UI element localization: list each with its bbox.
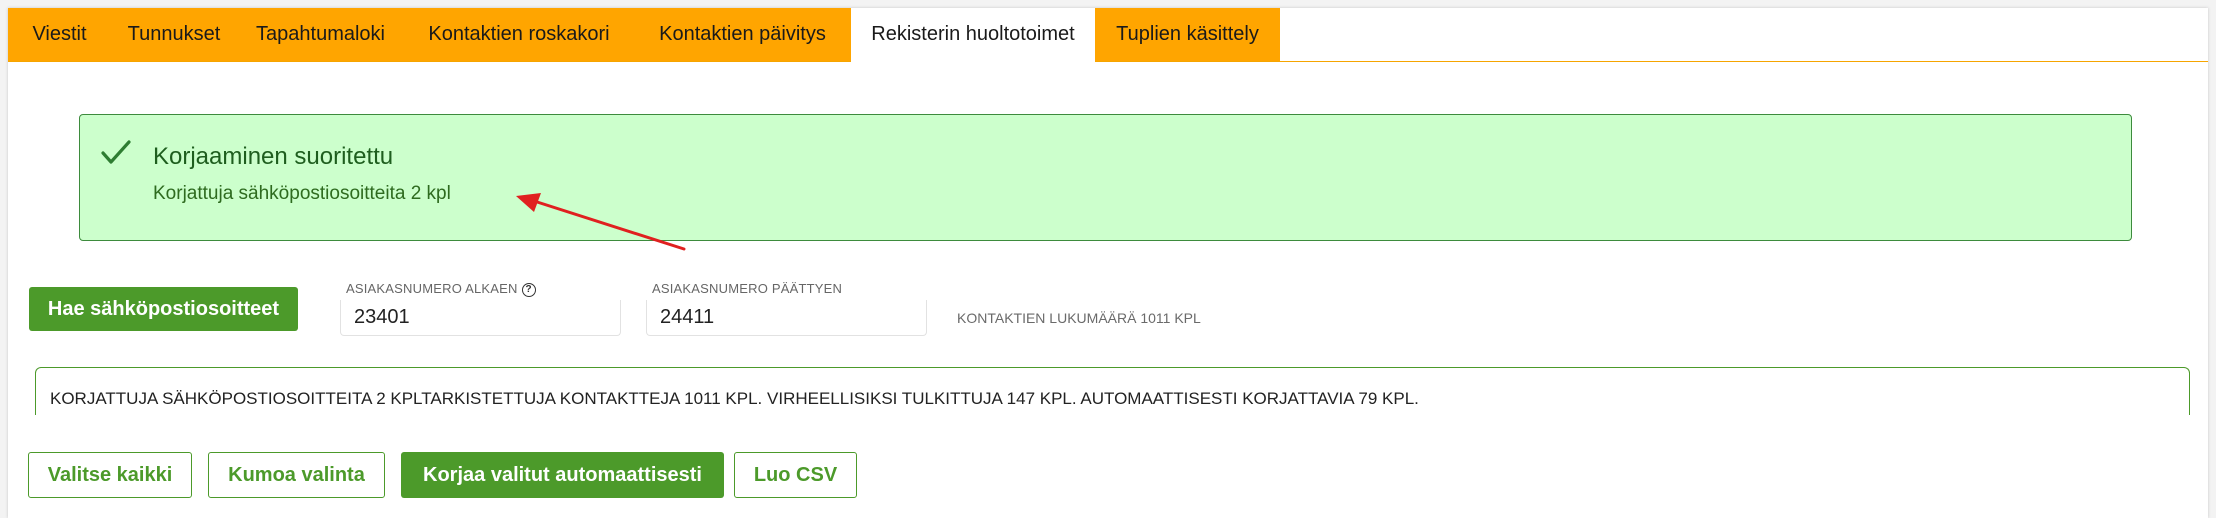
tab-bar: Viestit Tunnukset Tapahtumaloki Kontakti…: [8, 8, 2208, 62]
main-panel: Viestit Tunnukset Tapahtumaloki Kontakti…: [8, 8, 2208, 518]
checkmark-icon: [100, 137, 132, 172]
select-all-button[interactable]: Valitse kaikki: [28, 452, 192, 498]
alert-message: Korjattuja sähköpostiosoitteita 2 kpl: [153, 183, 451, 204]
end-number-label: ASIAKASNUMERO PÄÄTTYEN: [652, 281, 843, 296]
tab-rekisterin-huoltotoimet[interactable]: Rekisterin huoltotoimet: [851, 8, 1095, 62]
fix-selected-button[interactable]: Korjaa valitut automaattisesti: [401, 452, 724, 498]
contact-count-text: KONTAKTIEN LUKUMÄÄRÄ 1011 KPL: [957, 310, 1201, 326]
fetch-emails-button[interactable]: Hae sähköpostiosoitteet: [29, 287, 298, 331]
create-csv-button[interactable]: Luo CSV: [734, 452, 857, 498]
tab-viestit[interactable]: Viestit: [8, 8, 111, 61]
start-number-input[interactable]: [340, 300, 621, 336]
help-icon[interactable]: ?: [521, 282, 536, 297]
tab-kontaktien-roskakori[interactable]: Kontaktien roskakori: [404, 8, 634, 61]
tab-tapahtumaloki[interactable]: Tapahtumaloki: [237, 8, 404, 61]
start-number-label-text: ASIAKASNUMERO ALKAEN: [346, 281, 518, 296]
alert-title: Korjaaminen suoritettu: [153, 143, 394, 170]
summary-text: KORJATTUJA SÄHKÖPOSTIOSOITTEITA 2 KPLTAR…: [50, 389, 1419, 408]
deselect-button[interactable]: Kumoa valinta: [208, 452, 385, 498]
end-number-input[interactable]: [646, 300, 927, 336]
tab-tuplien-kasittely[interactable]: Tuplien käsittely: [1095, 8, 1280, 61]
summary-box: KORJATTUJA SÄHKÖPOSTIOSOITTEITA 2 KPLTAR…: [35, 367, 2190, 415]
success-alert: Korjaaminen suoritettu Korjattuja sähköp…: [79, 114, 2132, 241]
tab-kontaktien-paivitys[interactable]: Kontaktien päivitys: [634, 8, 851, 61]
tab-tunnukset[interactable]: Tunnukset: [111, 8, 237, 61]
start-number-label: ASIAKASNUMERO ALKAEN?: [346, 281, 536, 297]
